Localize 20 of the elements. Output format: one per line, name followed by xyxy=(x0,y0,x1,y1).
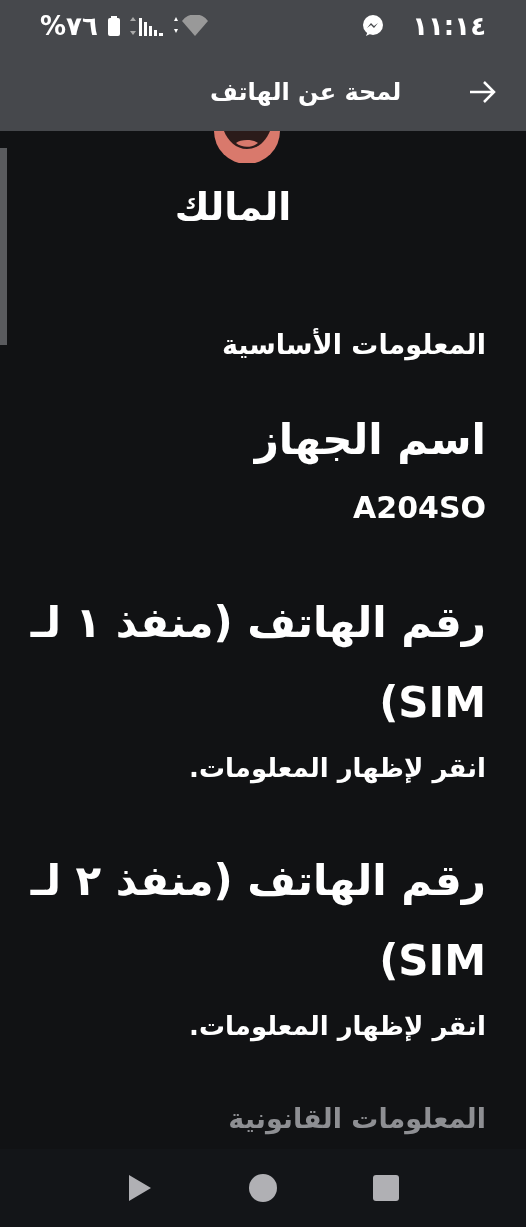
owner-name[interactable]: المالك xyxy=(30,185,486,229)
setting-summary: انقر لإظهار المعلومات. xyxy=(188,753,486,783)
wifi-icon xyxy=(173,15,208,37)
section-header: المعلومات القانونية xyxy=(227,1103,486,1134)
setting-summary: انقر لإظهار المعلومات. xyxy=(188,1011,486,1041)
home-icon[interactable] xyxy=(248,1173,278,1203)
setting-title[interactable]: رقم الهاتف (منفذ ٢ لـ SIM) xyxy=(30,841,486,1001)
battery-icon xyxy=(107,16,120,36)
setting-title[interactable]: اسم الجهاز xyxy=(30,400,486,480)
screen-title: لمحة عن الهاتف xyxy=(210,77,402,106)
section-header: المعلومات الأساسية xyxy=(220,329,486,360)
messenger-icon xyxy=(362,15,385,37)
setting-summary: A204SO xyxy=(352,490,486,525)
clock: ١١:١٤ xyxy=(412,11,486,41)
back-nav-icon[interactable] xyxy=(127,1173,153,1203)
avatar-icon xyxy=(214,131,280,163)
signal-icon xyxy=(129,15,164,37)
battery-percent: %٧٦ xyxy=(40,11,98,41)
back-arrow-icon[interactable] xyxy=(468,79,496,104)
setting-title[interactable]: رقم الهاتف (منفذ ١ لـ SIM) xyxy=(30,583,486,743)
